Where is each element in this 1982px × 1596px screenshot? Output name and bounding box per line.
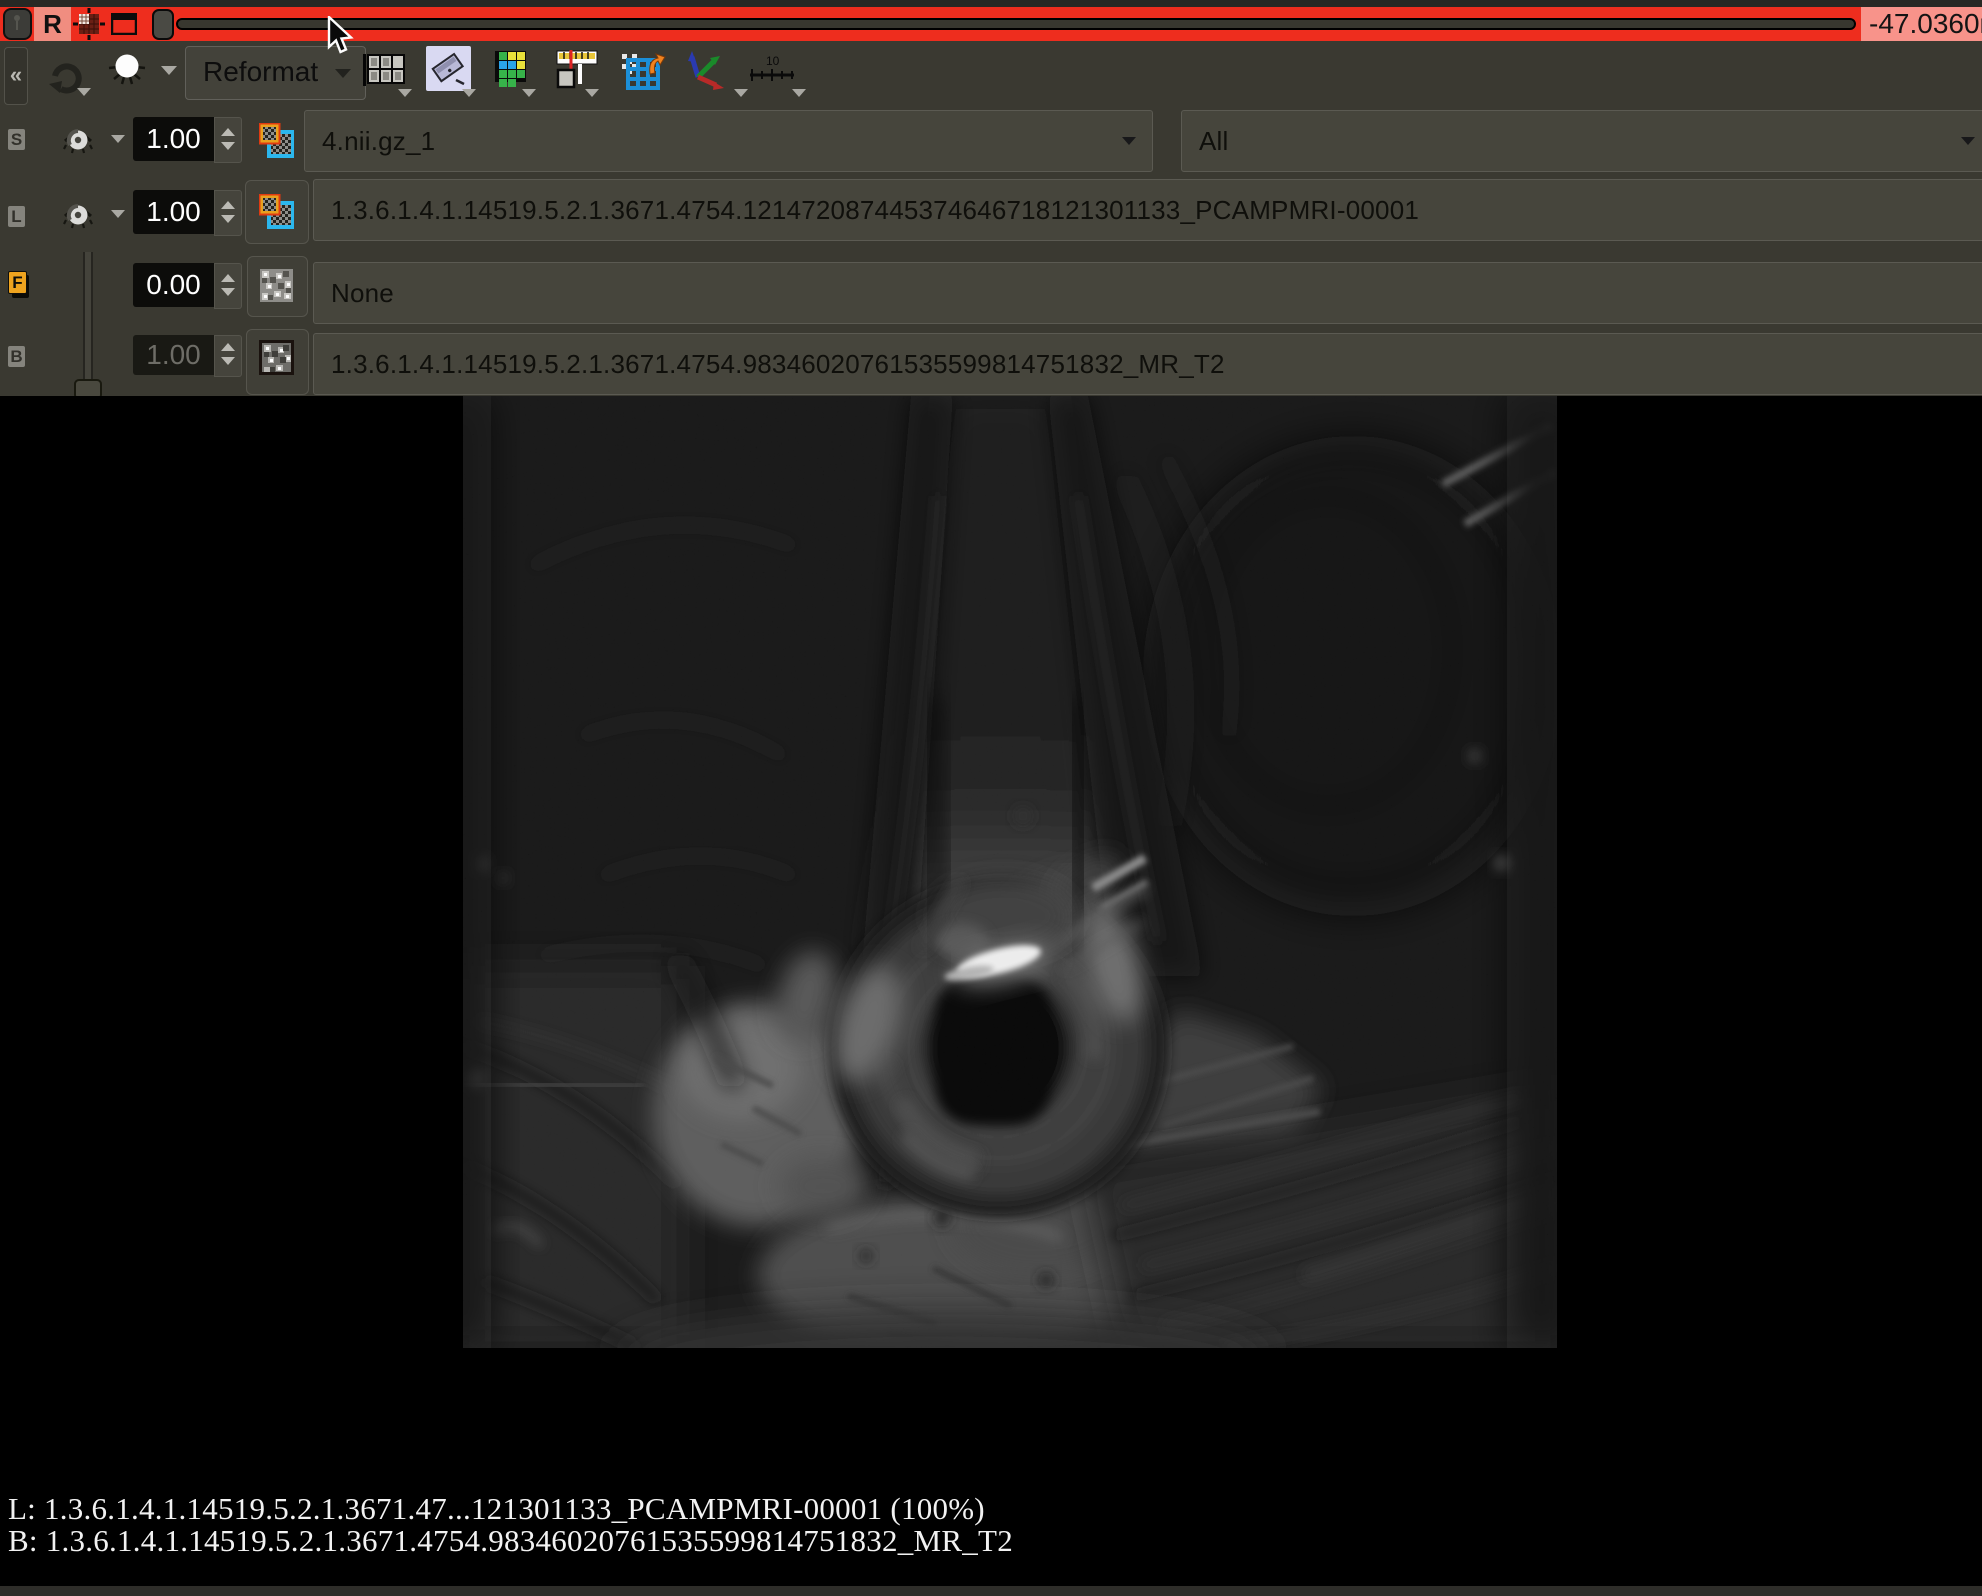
svg-text:10: 10 — [766, 54, 780, 68]
